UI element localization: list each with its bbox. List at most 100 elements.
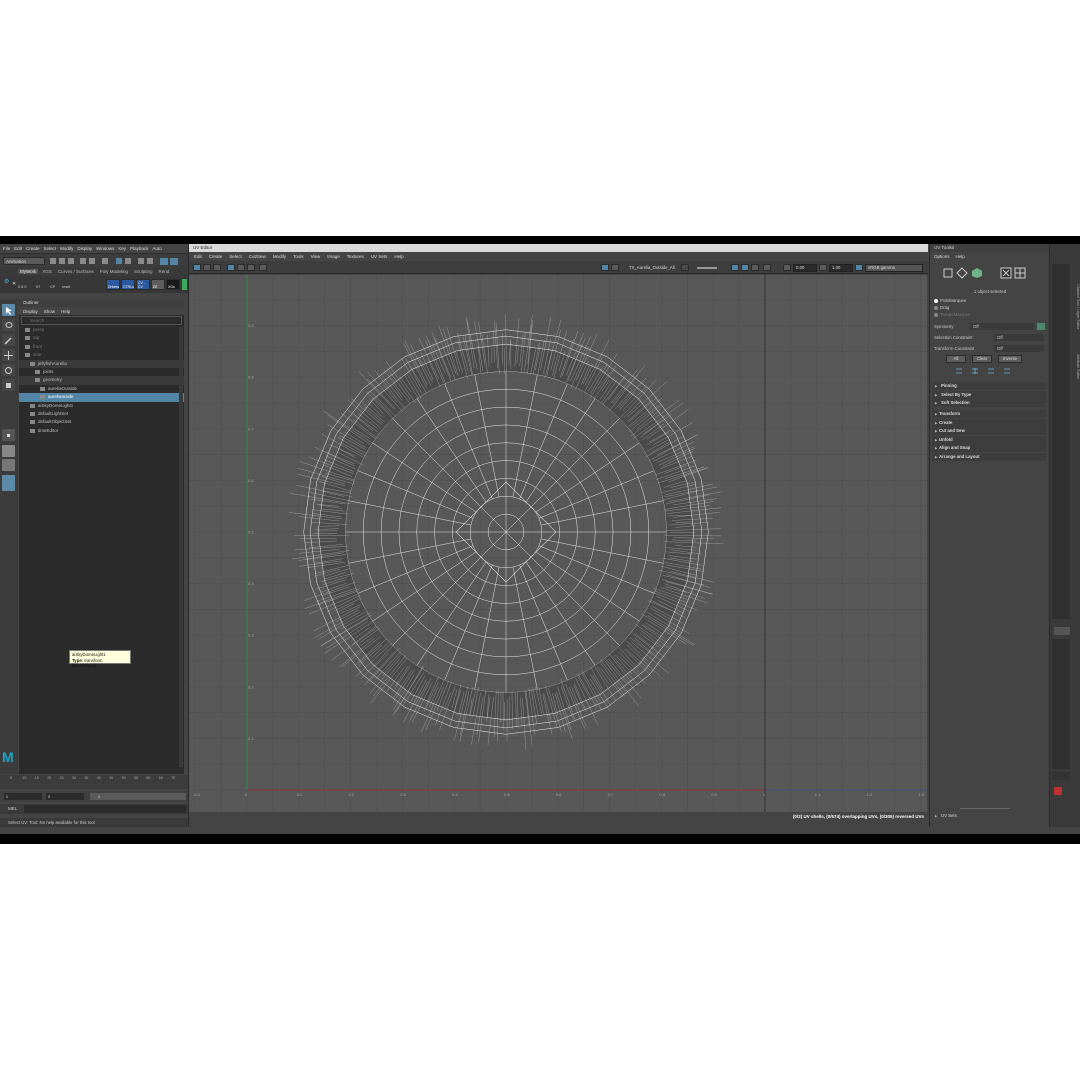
uv-menu-item[interactable]: View xyxy=(311,254,321,259)
symmetry-dropdown[interactable]: Off xyxy=(970,323,1034,330)
shelf-button-xgs[interactable]: XGs xyxy=(166,279,180,290)
rotate-tool-icon[interactable] xyxy=(2,364,15,376)
edge-mode-icon[interactable] xyxy=(956,267,968,279)
shelf-button-ze[interactable]: ZE xyxy=(151,279,165,290)
uv-camera-icon[interactable] xyxy=(259,264,267,271)
layout-single-icon[interactable] xyxy=(2,445,15,457)
shelf-button-drivers[interactable]: Drivers xyxy=(106,279,120,290)
outliner-row[interactable]: side xyxy=(19,351,184,359)
uv-gamma-field[interactable]: 1.00 xyxy=(829,264,853,272)
select-inverse-button[interactable]: Inverse xyxy=(998,355,1022,363)
toolkit-section[interactable]: Select By Type xyxy=(932,390,1046,399)
close-icon[interactable]: ✕ xyxy=(12,281,16,287)
paint-select-icon[interactable] xyxy=(2,334,15,346)
uv-checker-icon[interactable] xyxy=(611,264,619,271)
uv-menu-item[interactable]: Select xyxy=(229,254,242,259)
face-mode-icon[interactable] xyxy=(971,267,983,279)
scale-tool-icon[interactable] xyxy=(2,379,15,391)
toolkit-section[interactable]: Create xyxy=(932,418,1046,427)
uv-colormgmt-icon[interactable] xyxy=(763,264,771,271)
outliner-scrollbar[interactable] xyxy=(179,327,183,767)
lasso-tool-icon[interactable] xyxy=(2,319,15,331)
toolkit-section[interactable]: Soft Selection xyxy=(932,399,1046,407)
uv-grid-svg[interactable]: 0.90.80.70.60.50.40.30.20.1-0.1 0 0.1 0.2 0.… xyxy=(189,247,927,817)
uv-tile-icon[interactable] xyxy=(751,264,759,271)
layout-split-icon[interactable] xyxy=(2,459,15,471)
uv-menu-item[interactable]: Edit xyxy=(194,254,202,259)
toolkit-section[interactable]: Unfold xyxy=(932,435,1046,444)
dock-icons-row[interactable] xyxy=(1054,627,1070,635)
shelf-scroll[interactable] xyxy=(182,279,187,290)
outliner-menu-help[interactable]: Help xyxy=(61,309,70,314)
drag-radio[interactable]: Drag xyxy=(934,305,949,310)
snap-toggle-icon[interactable] xyxy=(2,429,15,441)
uv-pixel-snap-icon[interactable] xyxy=(237,264,245,271)
outliner-row[interactable]: timeEditor xyxy=(19,427,184,435)
uv-image-display-icon[interactable] xyxy=(601,264,609,271)
playback-controls[interactable] xyxy=(1052,772,1070,780)
outliner-row[interactable]: top xyxy=(19,334,184,342)
tab-channel-box[interactable]: Channel Box / Layer Editor xyxy=(1072,284,1080,329)
uv-mode-icon[interactable] xyxy=(1014,267,1026,279)
select-tool-icon[interactable] xyxy=(2,304,15,316)
range-start-field[interactable]: 0 xyxy=(4,793,42,800)
shelf-tab[interactable]: Poly Modeling xyxy=(98,269,130,274)
toolkit-menu-options[interactable]: Options xyxy=(934,254,950,259)
status-line-icons[interactable] xyxy=(50,257,180,266)
uv-isolate-icon[interactable] xyxy=(247,264,255,271)
toolkit-section[interactable]: Pinning xyxy=(932,382,1046,390)
transform-constraint-dropdown[interactable]: Off xyxy=(994,345,1044,352)
mel-input[interactable] xyxy=(24,805,186,813)
uv-menu-item[interactable]: Image xyxy=(327,254,340,259)
main-menu-item[interactable]: Create xyxy=(26,246,40,251)
symmetry-axis-icon[interactable] xyxy=(1037,323,1045,330)
uv-menu-item[interactable]: Tools xyxy=(293,254,304,259)
uv-menu-item[interactable]: Create xyxy=(209,254,223,259)
outliner-row[interactable]: defaultObjectSet xyxy=(19,418,184,426)
uv-grid-icon[interactable] xyxy=(227,264,235,271)
uv-shells-icon[interactable] xyxy=(731,264,739,271)
toolkit-menu-help[interactable]: Help xyxy=(956,254,965,259)
pick-marquee-radio[interactable]: Pick/Marquee xyxy=(934,298,966,303)
range-end-field[interactable]: 0 xyxy=(46,793,84,800)
shelf-tab[interactable]: Curves / Surfaces xyxy=(56,269,96,274)
shelf-left-icons[interactable]: ⚙ ✕ 0.5.0 97 CP reset xyxy=(4,278,104,292)
tab-attribute-editor[interactable]: Attribute Editor xyxy=(1072,354,1080,379)
outliner-menu-show[interactable]: Show xyxy=(44,309,55,314)
main-menu-item[interactable]: Display xyxy=(77,246,92,251)
outliner-row[interactable]: jellyfishAurelia xyxy=(19,359,184,368)
select-all-button[interactable]: All xyxy=(946,355,966,363)
uv-distortion-icon[interactable] xyxy=(741,264,749,271)
time-slider[interactable]: 5 10 15 20 25 30 35 40 45 50 55 60 65 70 xyxy=(0,775,188,789)
outliner-menu-display[interactable]: Display xyxy=(23,309,38,314)
shelf-tab[interactable]: Sculpting xyxy=(132,269,155,274)
selection-constraint-dropdown[interactable]: Off xyxy=(994,334,1044,341)
uv-dim-slider[interactable] xyxy=(697,267,717,269)
uv-select-mode-icon[interactable] xyxy=(193,264,201,271)
outliner-row[interactable]: persp xyxy=(19,326,184,334)
main-menu-item[interactable]: Windows xyxy=(96,246,114,251)
uv-texture-name[interactable]: TX_Aurelia_Outside_All xyxy=(629,264,675,272)
uv-exposure-icon[interactable] xyxy=(783,264,791,271)
uv-menu-item[interactable]: Help xyxy=(394,254,403,259)
uv-color-space-dropdown[interactable]: sRGB gamma xyxy=(865,264,923,272)
main-menu-item[interactable]: Edit xyxy=(14,246,22,251)
shelf-tab[interactable]: XGS xyxy=(40,269,54,274)
menu-set-dropdown[interactable]: Animation xyxy=(3,257,45,265)
uv-menu-item[interactable]: Textures xyxy=(347,254,364,259)
auto-key-icon[interactable] xyxy=(1054,787,1062,795)
toolkit-section-uv-sets[interactable]: UV Sets xyxy=(932,812,1046,820)
toolkit-section[interactable]: Cut and Sew xyxy=(932,427,1046,435)
shelf-button-cv[interactable]: CV - CV xyxy=(136,279,150,290)
toolkit-section[interactable]: Arrange and Layout xyxy=(932,452,1046,461)
uv-shell-mode-icon[interactable] xyxy=(1000,267,1012,279)
main-menu-item[interactable]: Modify xyxy=(60,246,73,251)
range-bar[interactable]: 0 xyxy=(90,793,186,800)
outliner-row[interactable]: front xyxy=(19,343,184,351)
main-menu-item[interactable]: Auto xyxy=(152,246,161,251)
uv-menu-item[interactable]: Cut/Sew xyxy=(249,254,266,259)
shelf-tab[interactable]: Rend xyxy=(156,269,171,274)
shelf-button-ctrls[interactable]: CTRLs xyxy=(121,279,135,290)
uv-menu-item[interactable]: UV Sets xyxy=(371,254,388,259)
uv-menu-item[interactable]: Modify xyxy=(273,254,286,259)
